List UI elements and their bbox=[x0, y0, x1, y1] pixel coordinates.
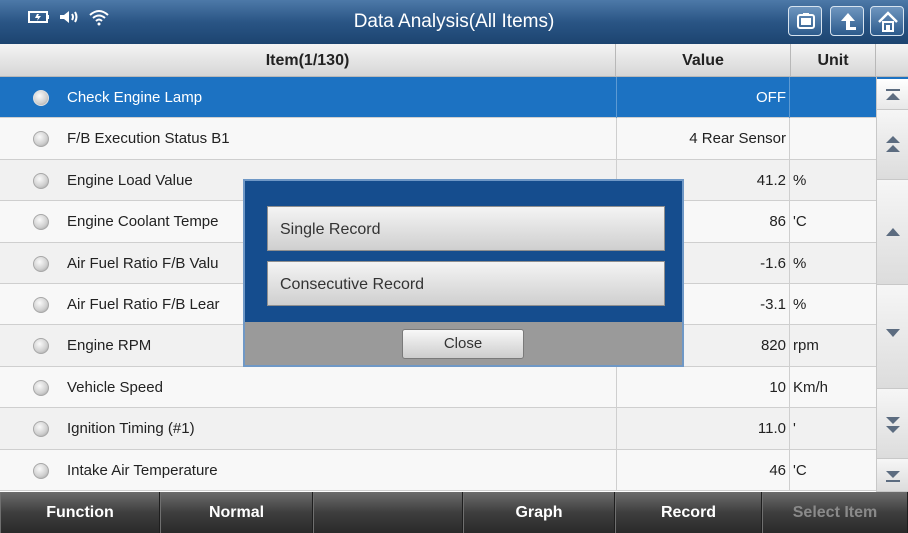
graph-button[interactable]: Graph bbox=[463, 492, 615, 533]
radio-button[interactable] bbox=[33, 379, 49, 396]
function-button[interactable]: Function bbox=[0, 492, 160, 533]
back-button[interactable] bbox=[830, 6, 864, 36]
radio-button[interactable] bbox=[33, 131, 49, 148]
table-row[interactable]: Check Engine Lamp OFF bbox=[0, 77, 876, 119]
radio-button[interactable] bbox=[33, 296, 49, 313]
item-unit: 'C bbox=[793, 461, 807, 479]
consecutive-record-button[interactable]: Consecutive Record bbox=[267, 261, 665, 306]
item-name: Engine Coolant Tempe bbox=[67, 213, 219, 231]
table-row[interactable]: Ignition Timing (#1) 11.0 ' bbox=[0, 408, 876, 450]
empty-button[interactable] bbox=[313, 492, 463, 533]
item-name: Check Engine Lamp bbox=[67, 89, 203, 106]
item-value: 10 bbox=[616, 366, 790, 408]
item-unit: Km/h bbox=[793, 378, 829, 396]
screenshot-icon bbox=[789, 13, 823, 41]
single-record-button[interactable]: Single Record bbox=[267, 206, 665, 251]
page-up-button[interactable] bbox=[877, 110, 908, 180]
item-name: Intake Air Temperature bbox=[67, 461, 218, 479]
select-item-button: Select Item bbox=[762, 492, 908, 533]
scroll-top-button[interactable] bbox=[877, 77, 908, 110]
screenshot-button[interactable] bbox=[788, 6, 822, 36]
page-down-button[interactable] bbox=[877, 389, 908, 459]
item-unit: 'C bbox=[793, 213, 807, 231]
item-unit: % bbox=[793, 295, 807, 313]
item-unit: rpm bbox=[793, 337, 819, 355]
top-bar: Data Analysis(All Items) bbox=[0, 0, 908, 44]
bottom-toolbar: Function Normal Graph Record Select Item bbox=[0, 492, 908, 533]
home-button[interactable] bbox=[870, 6, 904, 36]
item-name: Engine RPM bbox=[67, 337, 152, 355]
item-value: 4 Rear Sensor bbox=[616, 118, 790, 160]
table-row[interactable]: F/B Execution Status B1 4 Rear Sensor bbox=[0, 118, 876, 160]
radio-button[interactable] bbox=[33, 338, 49, 355]
radio-button[interactable] bbox=[33, 90, 49, 106]
normal-button[interactable]: Normal bbox=[160, 492, 313, 533]
close-button[interactable]: Close bbox=[402, 329, 524, 359]
radio-button[interactable] bbox=[33, 462, 49, 479]
item-name: Vehicle Speed bbox=[67, 378, 163, 396]
item-name: F/B Execution Status B1 bbox=[67, 130, 230, 148]
scroll-down-button[interactable] bbox=[877, 285, 908, 389]
item-unit: % bbox=[793, 171, 807, 189]
dialog-footer: Close bbox=[245, 322, 682, 365]
table-header: Item(1/130) Value Unit bbox=[0, 44, 908, 77]
home-icon bbox=[871, 11, 905, 41]
item-name: Engine Load Value bbox=[67, 171, 193, 189]
scroll-up-button[interactable] bbox=[877, 180, 908, 285]
radio-button[interactable] bbox=[33, 421, 49, 438]
table-row[interactable]: Vehicle Speed 10 Km/h bbox=[0, 366, 876, 409]
item-unit: % bbox=[793, 254, 807, 272]
record-dialog: Single Record Consecutive Record Close bbox=[243, 179, 684, 367]
back-arrow-icon bbox=[831, 13, 865, 41]
item-value: 11.0 bbox=[616, 408, 790, 450]
radio-button[interactable] bbox=[33, 255, 49, 272]
column-header-value: Value bbox=[616, 44, 791, 77]
radio-button[interactable] bbox=[33, 214, 49, 231]
item-value: OFF bbox=[616, 77, 790, 118]
item-name: Air Fuel Ratio F/B Lear bbox=[67, 295, 220, 313]
record-button[interactable]: Record bbox=[615, 492, 762, 533]
item-value: 46 bbox=[616, 449, 790, 491]
table-row[interactable]: Intake Air Temperature 46 'C bbox=[0, 449, 876, 491]
item-name: Ignition Timing (#1) bbox=[67, 420, 195, 438]
column-header-item: Item(1/130) bbox=[0, 44, 616, 77]
radio-button[interactable] bbox=[33, 172, 49, 189]
scrollbar[interactable] bbox=[876, 77, 908, 492]
scroll-bottom-button[interactable] bbox=[877, 459, 908, 492]
item-name: Air Fuel Ratio F/B Valu bbox=[67, 254, 219, 272]
column-header-unit: Unit bbox=[791, 44, 876, 77]
page-title: Data Analysis(All Items) bbox=[353, 11, 555, 32]
item-unit: ' bbox=[793, 420, 796, 438]
